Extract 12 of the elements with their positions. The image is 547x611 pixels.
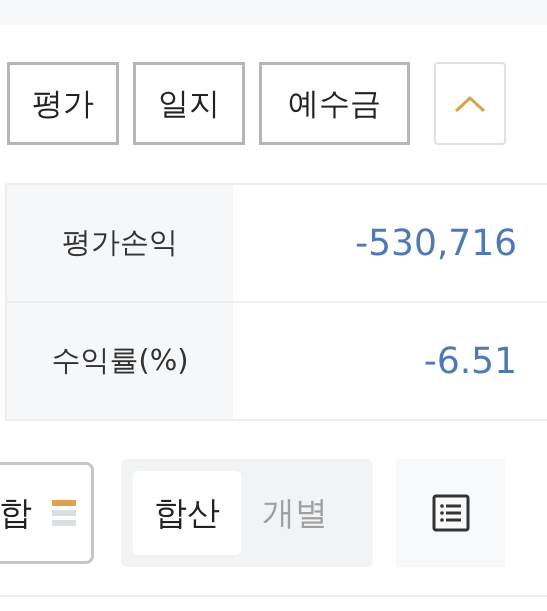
summary-value: -6.51 [422,340,518,384]
summary-label: 평가손익 [7,185,233,301]
sort-dropdown[interactable]: 합 [0,462,94,564]
summary-label: 수익률(%) [7,303,233,419]
tab-button[interactable]: 예수금 [259,62,410,145]
tab-button[interactable]: 평가 [7,62,119,145]
summary-value: -530,716 [354,222,518,266]
tab-button[interactable]: 일지 [133,62,245,145]
list-icon [432,494,470,532]
toggle-option[interactable]: 합산 [133,471,241,555]
list-button[interactable] [396,459,505,567]
chevron-icon [453,94,487,114]
